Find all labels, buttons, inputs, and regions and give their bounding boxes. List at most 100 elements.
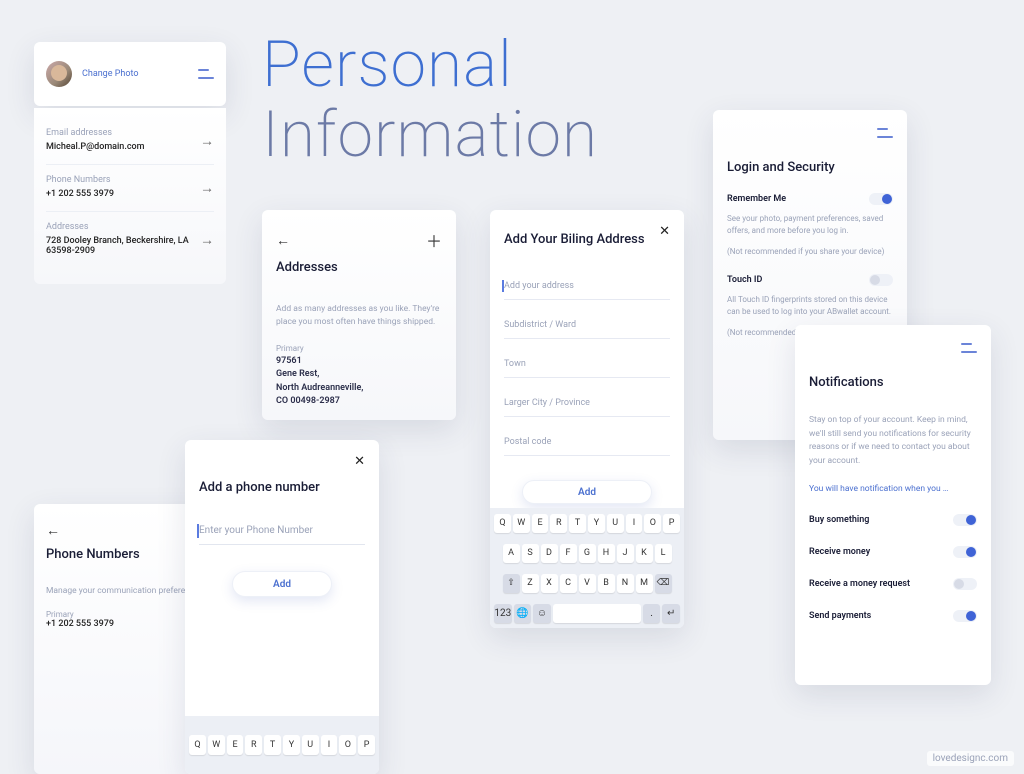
remember-me-note: (Not recommended if you share your devic… (727, 247, 893, 256)
keyboard-key[interactable]: P (663, 514, 680, 533)
keyboard-key[interactable]: K (636, 544, 653, 563)
hint-text: Add as many addresses as you like. They'… (276, 303, 442, 329)
notif-label: Send payments (809, 611, 871, 621)
keyboard-key[interactable]: C (560, 574, 577, 593)
keyboard-key[interactable]: . (643, 604, 661, 623)
address-line-2: Gene Rest, (276, 368, 442, 382)
keyboard-key[interactable]: U (302, 735, 319, 755)
keyboard-key[interactable]: S (522, 544, 539, 563)
keyboard-key[interactable]: 123 (494, 604, 512, 623)
keyboard-key[interactable]: Y (283, 735, 300, 755)
menu-icon[interactable] (877, 128, 893, 138)
add-button[interactable]: Add (522, 480, 652, 504)
send-payments-toggle[interactable] (953, 610, 977, 622)
change-photo-link[interactable]: Change Photo (82, 69, 139, 79)
title-line-2: Information (262, 100, 598, 170)
keyboard-key[interactable]: T (264, 735, 281, 755)
town-input[interactable]: Town (504, 359, 670, 378)
keyboard-key[interactable]: Z (522, 574, 539, 593)
keyboard-key[interactable]: Q (494, 514, 511, 533)
keyboard-key[interactable]: V (579, 574, 596, 593)
remember-me-toggle[interactable] (869, 193, 893, 205)
address-line-3: North Audreanneville, (276, 382, 442, 396)
buy-toggle[interactable] (953, 514, 977, 526)
keyboard-key[interactable]: O (644, 514, 661, 533)
email-row[interactable]: Email addresses Micheal.P@domain.com → (46, 118, 214, 165)
info-link[interactable]: You will have notification when you … (809, 484, 977, 494)
add-button[interactable]: Add (232, 571, 332, 597)
avatar[interactable] (46, 61, 72, 87)
menu-icon[interactable] (961, 343, 977, 353)
phone-input[interactable]: Enter your Phone Number (199, 525, 365, 545)
keyboard-key[interactable]: F (560, 544, 577, 563)
keyboard-key[interactable]: ⇧ (503, 574, 520, 593)
close-icon[interactable]: ✕ (659, 224, 670, 239)
keyboard-key[interactable]: A (503, 544, 520, 563)
keyboard-key[interactable] (553, 604, 641, 623)
address-entry[interactable]: Primary 97561 Gene Rest, North Audreanne… (276, 343, 442, 409)
keyboard[interactable]: QWERTYUIOP (185, 716, 379, 774)
primary-label: Primary (276, 343, 442, 355)
keyboard-key[interactable]: G (579, 544, 596, 563)
address-input[interactable]: Add your address (504, 281, 670, 300)
keyboard-key[interactable]: B (598, 574, 615, 593)
keyboard-key[interactable]: D (541, 544, 558, 563)
keyboard-key[interactable]: T (569, 514, 586, 533)
keyboard-key[interactable]: U (607, 514, 624, 533)
profile-header-card: Change Photo (34, 42, 226, 106)
keyboard-row-1[interactable]: QWERTYUIOP (490, 508, 684, 538)
notif-row: Receive money (809, 546, 977, 558)
keyboard-key[interactable]: 🌐 (514, 604, 532, 623)
address-row[interactable]: Addresses 728 Dooley Branch, Beckershire… (46, 212, 214, 268)
keyboard-key[interactable]: E (227, 735, 244, 755)
keyboard-key[interactable]: W (513, 514, 530, 533)
city-input[interactable]: Larger City / Province (504, 398, 670, 417)
keyboard-key[interactable]: J (617, 544, 634, 563)
keyboard-row-1[interactable]: QWERTYUIOP (185, 716, 379, 774)
phone-label: Phone Numbers (46, 175, 214, 185)
keyboard-key[interactable]: X (541, 574, 558, 593)
keyboard-key[interactable]: E (532, 514, 549, 533)
address-value: 728 Dooley Branch, Beckershire, LA 63598… (46, 236, 214, 256)
notif-label: Receive a money request (809, 579, 910, 589)
keyboard-key[interactable]: I (626, 514, 643, 533)
keyboard-key[interactable]: H (598, 544, 615, 563)
keyboard[interactable]: QWERTYUIOP ASDFGHJKL ⇧ZXCVBNM⌫ 123🌐☺ .↵ (490, 508, 684, 628)
remember-me-section: Remember Me See your photo, payment pref… (727, 193, 893, 256)
subdistrict-input[interactable]: Subdistrict / Ward (504, 320, 670, 339)
screen-title: Add Your Biling Address (504, 232, 670, 247)
keyboard-key[interactable]: N (617, 574, 634, 593)
keyboard-key[interactable]: Q (189, 735, 206, 755)
phone-row[interactable]: Phone Numbers +1 202 555 3979 → (46, 165, 214, 212)
keyboard-row-2[interactable]: ASDFGHJKL (490, 538, 684, 568)
back-button[interactable]: ← (276, 232, 290, 249)
keyboard-key[interactable]: L (655, 544, 672, 563)
postal-code-input[interactable]: Postal code (504, 437, 670, 456)
keyboard-key[interactable]: W (208, 735, 225, 755)
keyboard-key[interactable]: O (339, 735, 356, 755)
keyboard-row-4[interactable]: 123🌐☺ .↵ (490, 598, 684, 628)
add-icon[interactable]: ＋ (426, 228, 442, 252)
money-request-toggle[interactable] (953, 578, 977, 590)
keyboard-key[interactable]: M (636, 574, 653, 593)
address-line-1: 97561 (276, 355, 442, 369)
menu-icon[interactable] (198, 69, 214, 79)
close-icon[interactable]: ✕ (354, 454, 365, 469)
keyboard-key[interactable]: R (245, 735, 262, 755)
touchid-toggle[interactable] (869, 274, 893, 286)
keyboard-key[interactable]: I (321, 735, 338, 755)
keyboard-row-3[interactable]: ⇧ZXCVBNM⌫ (490, 568, 684, 598)
phone-value: +1 202 555 3979 (46, 189, 214, 199)
keyboard-key[interactable]: P (358, 735, 375, 755)
receive-money-toggle[interactable] (953, 546, 977, 558)
keyboard-key[interactable]: ☺ (533, 604, 551, 623)
keyboard-key[interactable]: ↵ (662, 604, 680, 623)
keyboard-key[interactable]: ⌫ (655, 574, 672, 593)
hint-text: Stay on top of your account. Keep in min… (809, 414, 977, 468)
keyboard-key[interactable]: R (550, 514, 567, 533)
screen-title: Add a phone number (199, 480, 365, 495)
profile-details-card: Email addresses Micheal.P@domain.com → P… (34, 108, 226, 284)
keyboard-key[interactable]: Y (588, 514, 605, 533)
touchid-label: Touch ID (727, 275, 762, 285)
screen-title: Addresses (276, 260, 442, 275)
